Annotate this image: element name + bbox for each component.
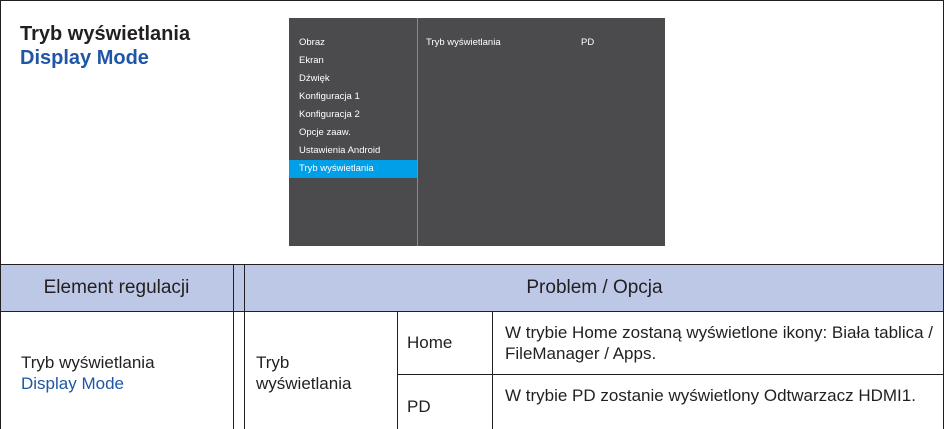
frame-top-line	[0, 0, 944, 1]
option-home-name: Home	[407, 333, 453, 352]
page-title: Tryb wyświetlania Display Mode	[20, 22, 190, 70]
osd-menu-item-audio: Dźwięk	[299, 73, 330, 84]
option-pd-description: W trybie PD zostanie wyświetlony Odtwarz…	[505, 386, 916, 405]
osd-menu-item-config2: Konfiguracja 2	[299, 109, 360, 120]
option-row-divider	[397, 374, 944, 375]
frame-left-line	[0, 0, 1, 429]
description-divider	[492, 311, 493, 429]
osd-divider	[417, 18, 418, 246]
header-bottom-line	[0, 311, 944, 312]
osd-menu-item-android: Ustawienia Android	[299, 145, 381, 156]
title-polish: Tryb wyświetlania	[20, 23, 191, 45]
osd-menu-item-picture: Obraz	[299, 37, 325, 48]
osd-setting-label: Tryb wyświetlania	[426, 37, 501, 48]
setting-name-cell: Tryb wyświetlania	[256, 353, 352, 393]
osd-setting-value: PD	[581, 37, 595, 48]
osd-menu-item-display-mode: Tryb wyświetlania	[289, 160, 417, 178]
option-divider	[397, 311, 398, 429]
double-divider-left	[233, 264, 234, 429]
item-name-polish: Tryb wyświetlania	[21, 353, 155, 372]
item-name-english: Display Mode	[21, 374, 124, 393]
osd-menu-item-config1: Konfiguracja 1	[299, 91, 360, 102]
header-top-line	[0, 264, 944, 265]
osd-menu-item-advanced: Opcje zaaw.	[299, 127, 351, 138]
osd-menu-screenshot: Obraz Ekran Dźwięk Konfiguracja 1 Konfig…	[289, 18, 665, 246]
double-divider-right	[244, 264, 245, 429]
osd-menu-item-screen: Ekran	[299, 55, 324, 66]
option-home-description: W trybie Home zostaną wyświetlone ikony:…	[505, 323, 934, 363]
item-name-cell: Tryb wyświetlania Display Mode	[21, 352, 155, 394]
title-english: Display Mode	[20, 47, 149, 69]
option-pd-name: PD	[407, 397, 431, 416]
osd-menu-list: Obraz Ekran Dźwięk Konfiguracja 1 Konfig…	[289, 34, 417, 178]
header-item: Element regulacji	[43, 276, 190, 298]
header-problem-option: Problem / Opcja	[526, 276, 663, 298]
